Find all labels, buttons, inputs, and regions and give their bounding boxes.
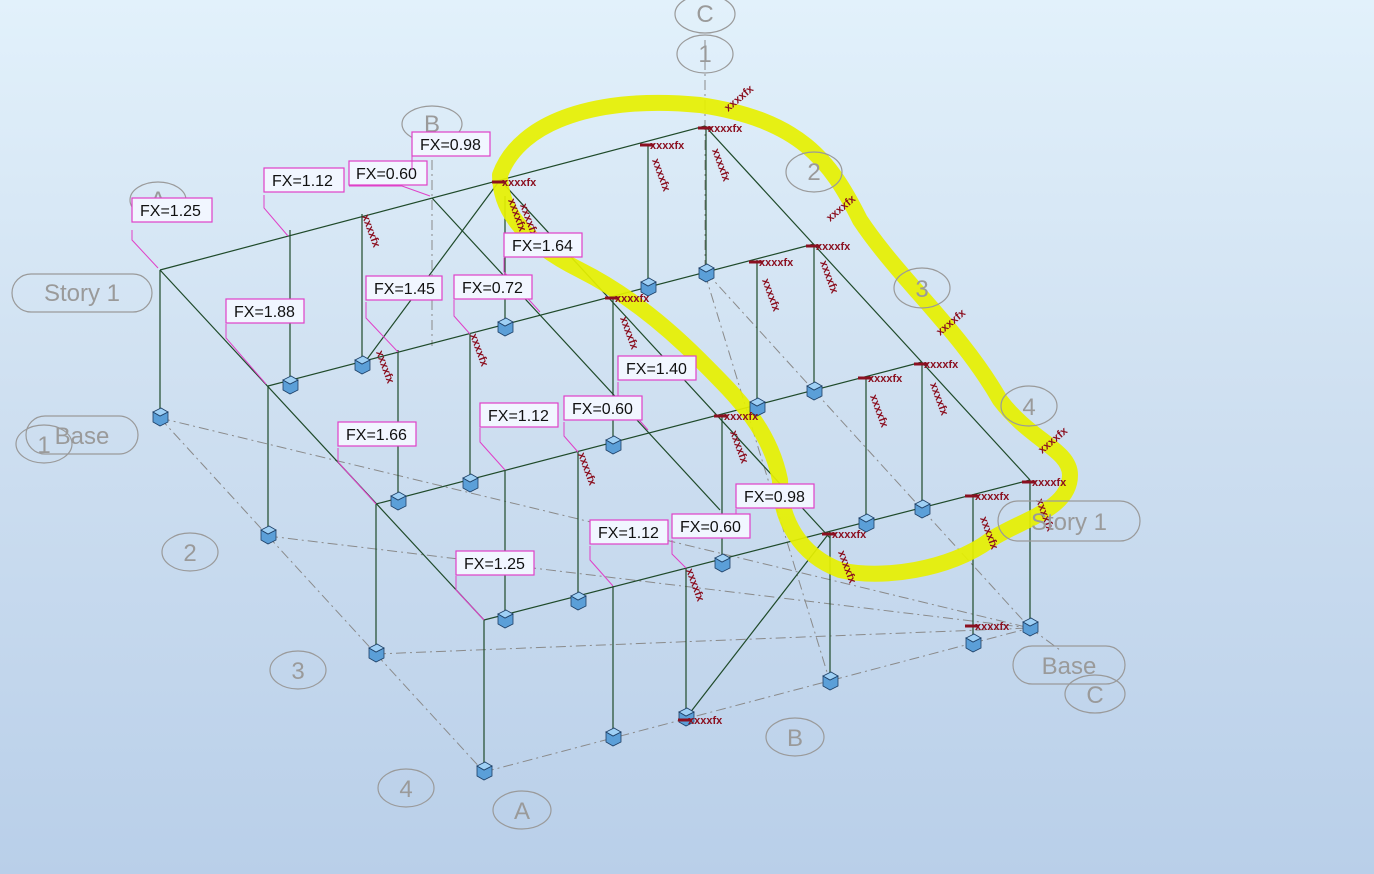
svg-text:FX=0.60: FX=0.60 — [572, 401, 633, 418]
svg-text:FX=1.88: FX=1.88 — [234, 304, 295, 321]
release-label: xxxxfx — [683, 567, 706, 604]
support-block[interactable] — [497, 317, 514, 337]
release-label: xxxxfx — [816, 241, 851, 253]
release-label: xxxxfx — [373, 349, 396, 386]
svg-text:4: 4 — [1022, 394, 1035, 421]
release-label: xxxxfx — [759, 257, 794, 269]
release-label: xxxxfx — [759, 277, 782, 314]
support-block[interactable] — [354, 355, 371, 375]
release-label: xxxxfx — [650, 140, 685, 152]
force-tag[interactable]: FX=1.12 — [263, 167, 345, 237]
support-block[interactable] — [1022, 617, 1039, 637]
force-tag[interactable]: FX=1.88 — [225, 298, 305, 385]
force-tag[interactable]: FX=0.60 — [348, 160, 431, 197]
support-block[interactable] — [965, 633, 982, 653]
svg-text:C: C — [696, 1, 713, 28]
story-label-right-base[interactable]: Base — [1012, 645, 1126, 685]
svg-text:C: C — [1086, 682, 1103, 709]
support-block[interactable] — [605, 435, 622, 455]
svg-text:4: 4 — [399, 776, 412, 803]
svg-text:FX=1.25: FX=1.25 — [464, 556, 525, 573]
support-block[interactable] — [714, 553, 731, 573]
grid-bubble-left-3[interactable]: 3 — [269, 650, 327, 690]
release-label: xxxxfx — [617, 315, 640, 352]
svg-text:FX=0.72: FX=0.72 — [462, 280, 523, 297]
release-label: xxxxfx — [1032, 477, 1067, 489]
svg-text:Base: Base — [1042, 653, 1097, 680]
story-label-left-story1[interactable]: Story 1 — [11, 273, 153, 313]
svg-text:FX=1.12: FX=1.12 — [488, 408, 549, 425]
release-label: xxxxfx — [724, 411, 759, 423]
force-tag[interactable]: FX=1.66 — [337, 421, 417, 505]
svg-text:3: 3 — [915, 276, 928, 303]
force-tag[interactable]: FX=0.60 — [671, 513, 751, 569]
support-block[interactable] — [698, 263, 715, 283]
support-block[interactable] — [368, 643, 385, 663]
force-tag[interactable]: FX=1.25 — [131, 197, 213, 269]
svg-text:B: B — [787, 725, 803, 752]
support-block[interactable] — [260, 525, 277, 545]
force-tag[interactable]: FX=1.45 — [365, 275, 443, 353]
grid-bubble-bottom-a[interactable]: A — [492, 790, 552, 830]
svg-text:2: 2 — [807, 159, 820, 186]
svg-text:FX=0.60: FX=0.60 — [356, 166, 417, 183]
structural-model-canvas[interactable]: xxxxfx xxxxfx xxxxfx xxxxfx xxxxfx xxxxfx xxxx… — [0, 0, 1374, 874]
release-label: xxxxfx — [927, 381, 950, 418]
svg-text:FX=1.12: FX=1.12 — [272, 173, 333, 190]
svg-text:FX=1.66: FX=1.66 — [346, 427, 407, 444]
svg-text:FX=1.25: FX=1.25 — [140, 203, 201, 220]
support-block[interactable] — [822, 671, 839, 691]
grid-bubble-right-3[interactable]: 3 — [893, 267, 951, 309]
support-block[interactable] — [462, 473, 479, 493]
release-label: xxxxfx — [832, 529, 867, 541]
support-block[interactable] — [282, 375, 299, 395]
svg-text:FX=0.60: FX=0.60 — [680, 519, 741, 536]
svg-text:FX=0.98: FX=0.98 — [420, 137, 481, 154]
svg-text:Story 1: Story 1 — [1031, 509, 1107, 536]
support-block[interactable] — [497, 609, 514, 629]
grid-bubble-bottom-b[interactable]: B — [765, 717, 825, 757]
svg-text:FX=0.98: FX=0.98 — [744, 489, 805, 506]
release-label: xxxxfx — [359, 213, 382, 250]
grid-bubble-left-2[interactable]: 2 — [161, 532, 219, 572]
svg-text:1: 1 — [698, 41, 711, 68]
svg-text:FX=1.40: FX=1.40 — [626, 361, 687, 378]
release-label: xxxxfx — [649, 157, 672, 194]
support-block[interactable] — [570, 591, 587, 611]
release-label: xxxxfx — [467, 332, 490, 369]
release-label: xxxxfx — [975, 621, 1010, 633]
release-label: xxxxfx — [868, 373, 903, 385]
svg-text:FX=1.12: FX=1.12 — [598, 525, 659, 542]
force-tag[interactable]: FX=0.60 — [563, 395, 643, 453]
svg-text:1: 1 — [37, 432, 50, 459]
svg-text:FX=1.64: FX=1.64 — [512, 238, 573, 255]
support-block[interactable] — [605, 727, 622, 747]
grid-bubble-left-4[interactable]: 4 — [377, 768, 435, 808]
svg-text:3: 3 — [291, 658, 304, 685]
support-block[interactable] — [390, 491, 407, 511]
support-block[interactable] — [152, 407, 169, 427]
svg-text:FX=1.45: FX=1.45 — [374, 281, 435, 298]
grid-bubble-top-c[interactable]: C — [674, 0, 736, 34]
support-block[interactable] — [914, 499, 931, 519]
svg-text:Base: Base — [55, 423, 110, 450]
svg-text:Story 1: Story 1 — [44, 280, 120, 307]
model-3d-view[interactable]: xxxxfx xxxxfx xxxxfx xxxxfx xxxxfx xxxxfx xxxx… — [0, 0, 1374, 874]
svg-text:A: A — [514, 798, 530, 825]
release-label: xxxxfx — [924, 359, 959, 371]
release-label: xxxxfx — [817, 259, 840, 296]
release-label: xxxxfx — [575, 451, 598, 488]
release-label: xxxxfx — [867, 393, 890, 430]
release-label: xxxxfx — [708, 123, 743, 135]
grid-bubble-top-1[interactable]: 1 — [676, 34, 734, 74]
release-label: xxxxfx — [615, 293, 650, 305]
support-block[interactable] — [476, 761, 493, 781]
support-block[interactable] — [806, 381, 823, 401]
release-label: xxxxfx — [975, 491, 1010, 503]
release-label: xxxxfx — [502, 177, 537, 189]
force-tag[interactable]: FX=0.72 — [453, 274, 533, 335]
story-labels: Story 1 Base Story 1 Base — [11, 273, 1141, 685]
svg-text:2: 2 — [183, 540, 196, 567]
release-label: xxxxfx — [688, 715, 723, 727]
